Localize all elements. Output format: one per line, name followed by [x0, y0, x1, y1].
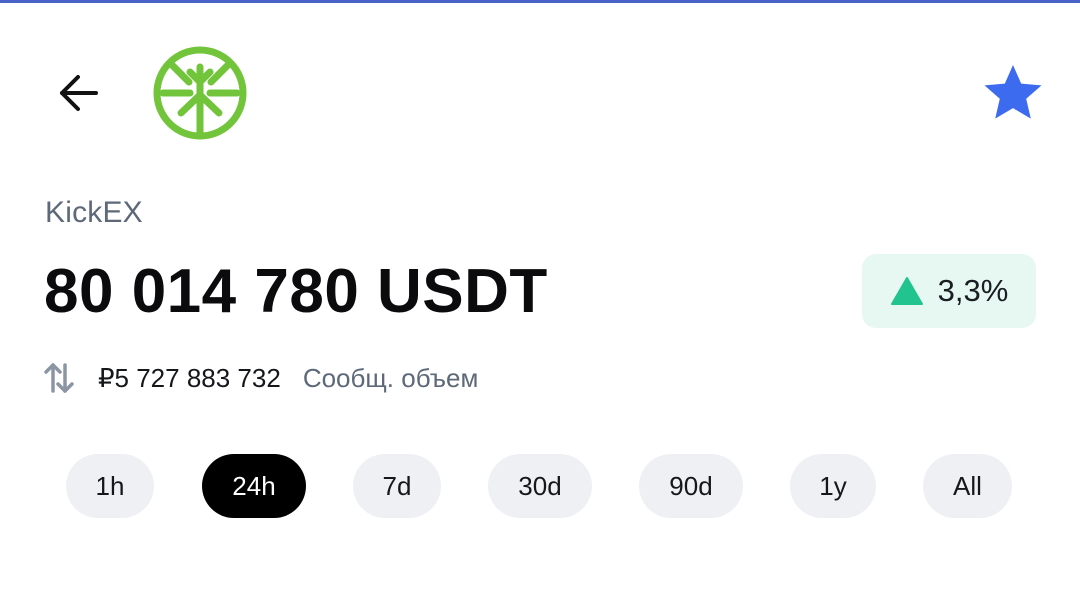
period-30d-button[interactable]: 30d [488, 454, 592, 518]
total-volume: 80 014 780 USDT [44, 257, 548, 326]
period-7d-button[interactable]: 7d [353, 454, 441, 518]
star-icon [984, 65, 1042, 119]
favorite-button[interactable] [980, 60, 1046, 126]
arrow-left-icon [60, 75, 98, 111]
period-24h-button[interactable]: 24h [202, 454, 306, 518]
top-divider [0, 0, 1080, 3]
change-percent: 3,3% [937, 273, 1009, 308]
swap-vertical-icon [44, 363, 74, 393]
period-all-button[interactable]: All [923, 454, 1012, 518]
period-1y-button[interactable]: 1y [790, 454, 876, 518]
exchange-name: KickEX [45, 196, 143, 229]
fiat-volume: ₽5 727 883 732 [98, 362, 281, 393]
period-90d-button[interactable]: 90d [639, 454, 743, 518]
back-button[interactable] [44, 60, 110, 126]
period-1h-button[interactable]: 1h [66, 454, 154, 518]
triangle-up-icon [890, 277, 923, 305]
kickex-logo-icon [152, 45, 248, 141]
reported-volume-label: Сообщ. объем [302, 362, 479, 393]
change-badge: 3,3% [862, 254, 1036, 328]
fiat-volume-row: ₽5 727 883 732 Сообщ. объем [42, 358, 478, 398]
